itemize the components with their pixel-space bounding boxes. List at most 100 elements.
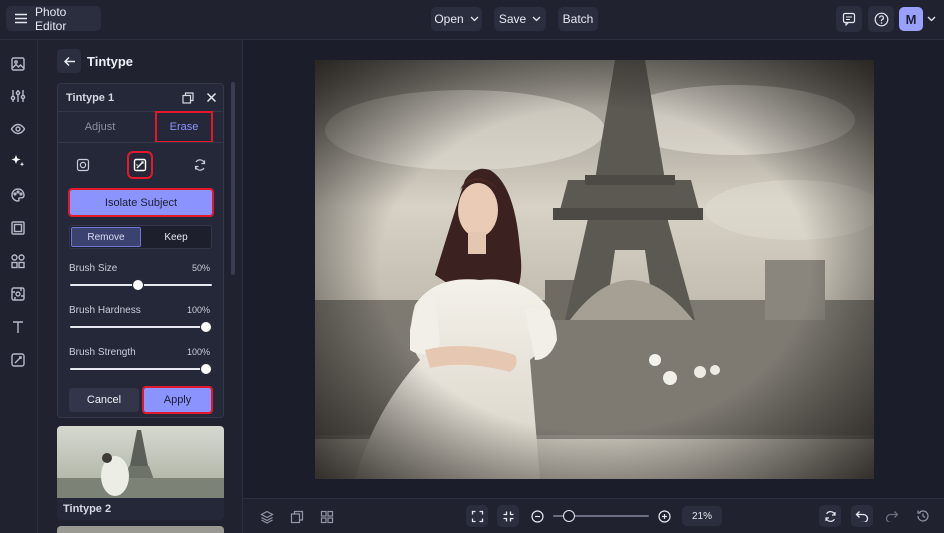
history-icon[interactable] (916, 509, 930, 523)
preset-thumbnail (57, 426, 224, 498)
avatar[interactable]: M (899, 7, 923, 31)
preset-label: Tintype 2 (63, 503, 112, 515)
eye-icon[interactable] (9, 120, 27, 138)
redo-icon[interactable] (885, 510, 899, 522)
keep-label: Keep (164, 231, 188, 243)
bottom-toolbar: 21% (243, 498, 944, 533)
left-tool-nav (0, 40, 38, 533)
account-chevron-icon[interactable] (927, 16, 936, 22)
brush-size-slider[interactable] (70, 278, 212, 292)
help-button[interactable] (868, 6, 894, 32)
text-icon[interactable] (9, 318, 27, 336)
touchup-icon[interactable] (9, 351, 27, 369)
slider-knob[interactable] (200, 321, 212, 333)
apply-button[interactable]: Apply (142, 386, 213, 414)
image-icon[interactable] (9, 55, 27, 73)
shrink-icon (503, 511, 513, 521)
avatar-initial: M (905, 11, 917, 27)
save-button[interactable]: Save (494, 7, 546, 31)
fit-to-screen-button[interactable] (466, 505, 488, 527)
auto-erase-button[interactable] (127, 151, 153, 179)
slider-track (70, 368, 212, 370)
remove-label: Remove (87, 231, 125, 243)
actual-size-button[interactable] (497, 505, 519, 527)
open-button[interactable]: Open (431, 7, 482, 31)
reset-button[interactable] (819, 505, 841, 527)
brush-strength-slider[interactable] (70, 362, 212, 376)
slider-knob[interactable] (132, 279, 144, 291)
tab-erase[interactable]: Erase (155, 111, 213, 143)
remove-option[interactable]: Remove (71, 227, 141, 247)
zoom-out-icon[interactable] (531, 510, 544, 523)
app-title: Photo Editor (35, 4, 67, 33)
help-icon (874, 12, 888, 26)
isolate-subject-button[interactable]: Isolate Subject (68, 188, 214, 217)
refresh-icon (194, 159, 206, 171)
card-title: Tintype 1 (66, 92, 115, 104)
brush-mode-button[interactable] (70, 152, 96, 178)
overlay-icon[interactable] (9, 285, 27, 303)
chat-icon (842, 12, 856, 26)
close-icon[interactable] (206, 92, 217, 103)
layers-icon[interactable] (260, 510, 274, 524)
remove-keep-toggle: Remove Keep (69, 225, 212, 249)
tabs-divider (58, 142, 223, 143)
undo-icon (855, 511, 869, 522)
open-label: Open (434, 12, 464, 26)
brush-hardness-slider[interactable] (70, 320, 212, 334)
reset-icon (824, 510, 836, 522)
hamburger-icon (14, 13, 28, 24)
tab-adjust-label: Adjust (84, 121, 116, 133)
brush-size-value: 50% (191, 263, 210, 273)
frame-icon[interactable] (9, 219, 27, 237)
canvas-area (243, 40, 944, 498)
cancel-button[interactable]: Cancel (69, 388, 139, 412)
back-arrow-icon (63, 56, 75, 66)
zoom-slider[interactable] (553, 509, 649, 523)
zoom-in-icon[interactable] (658, 510, 671, 523)
batch-label: Batch (562, 12, 594, 26)
duplicate-icon[interactable] (182, 92, 194, 104)
effects-sparkle-icon[interactable] (9, 152, 27, 170)
keep-option[interactable]: Keep (141, 227, 211, 247)
chevron-down-icon (532, 16, 541, 22)
grid-icon[interactable] (320, 510, 334, 524)
slider-track (70, 326, 212, 328)
feedback-button[interactable] (836, 6, 862, 32)
preset-tintype-2[interactable]: Tintype 2 (57, 426, 224, 520)
graphics-shapes-icon[interactable] (9, 252, 27, 270)
expand-icon (471, 510, 483, 522)
top-bar: Photo Editor Open Save Batch M (0, 0, 944, 40)
back-button[interactable] (57, 49, 81, 73)
zoom-value: 21% (691, 510, 712, 522)
brush-strength-label: Brush Strength (69, 347, 136, 358)
brush-size-label: Brush Size (69, 263, 118, 274)
zoom-value-field[interactable]: 21% (682, 506, 722, 526)
save-label: Save (498, 12, 527, 26)
tab-adjust[interactable]: Adjust (58, 112, 142, 142)
panel-scrollbar[interactable] (231, 82, 235, 275)
brush-hardness-label: Brush Hardness (69, 305, 141, 316)
chevron-down-icon (470, 16, 479, 22)
brush-hardness-value: 100% (186, 305, 210, 315)
adjust-sliders-icon[interactable] (9, 87, 27, 105)
preset-settings-card: Tintype 1 Adjust Erase Isolate Subject R… (57, 83, 224, 418)
tab-erase-label: Erase (169, 121, 199, 133)
brush-circle-icon (76, 158, 90, 172)
slider-knob[interactable] (200, 363, 212, 375)
reset-erase-button[interactable] (187, 152, 213, 178)
isolate-subject-label: Isolate Subject (104, 196, 178, 209)
zoom-knob[interactable] (563, 510, 576, 522)
cancel-label: Cancel (86, 394, 122, 406)
magic-erase-icon (133, 158, 147, 172)
photo-canvas[interactable] (315, 60, 874, 479)
brush-strength-value: 100% (186, 347, 210, 357)
batch-button[interactable]: Batch (558, 7, 598, 31)
panel-title: Tintype (87, 54, 133, 69)
apply-label: Apply (163, 394, 192, 406)
undo-button[interactable] (851, 505, 873, 527)
preset-peek[interactable] (57, 526, 224, 533)
menu-button[interactable]: Photo Editor (6, 4, 101, 33)
duplicate-layer-icon[interactable] (290, 510, 304, 524)
palette-icon[interactable] (9, 186, 27, 204)
